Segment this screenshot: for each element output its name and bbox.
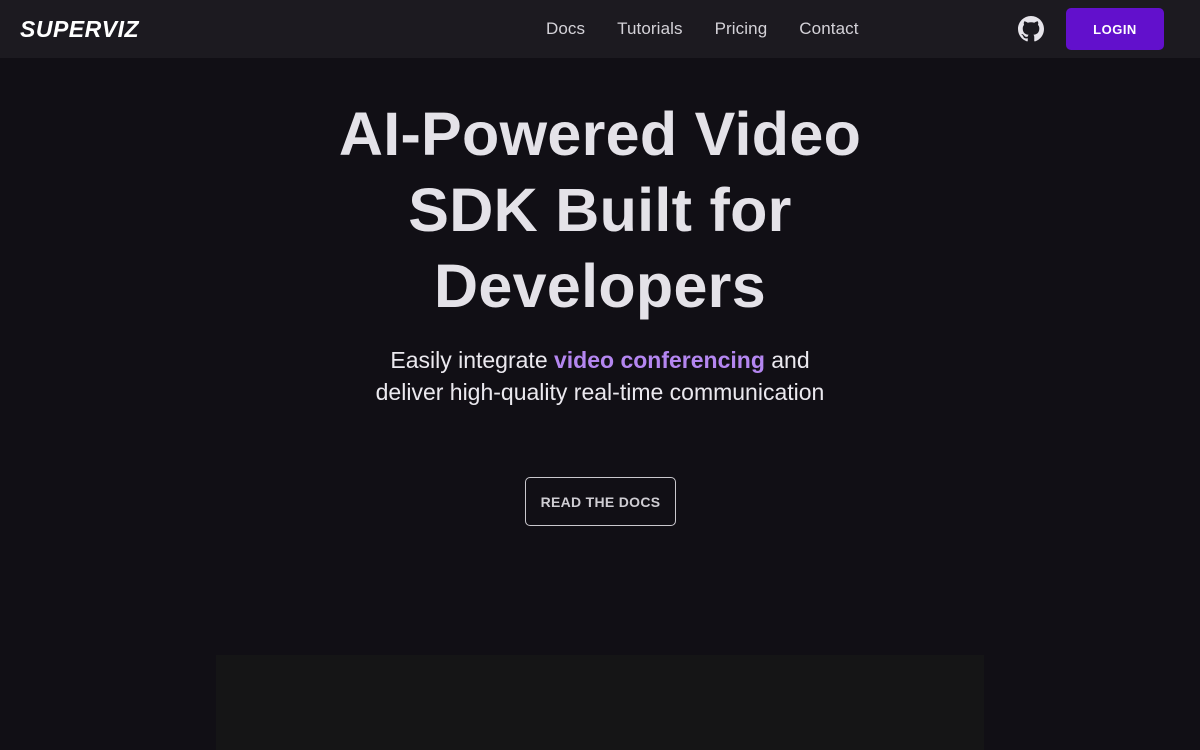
superviz-logo-mark: SUPERVIZ (20, 18, 139, 40)
hero-subtitle-lead: Easily integrate (390, 347, 554, 373)
hero-subtitle-highlight: video conferencing (554, 347, 765, 373)
github-icon-glyph (1018, 16, 1044, 42)
hero-title-line-3: Developers (434, 252, 766, 320)
nav-link-tutorials[interactable]: Tutorials (617, 19, 682, 39)
svg-text:SUPERVIZ: SUPERVIZ (20, 18, 139, 40)
hero-title: AI-Powered Video SDK Built for Developer… (300, 96, 900, 324)
video-preview-panel (216, 655, 984, 750)
top-navbar: SUPERVIZ Docs Tutorials Pricing Contact … (0, 0, 1200, 58)
login-button[interactable]: LOGIN (1066, 8, 1164, 50)
github-icon[interactable] (1018, 16, 1044, 42)
hero-title-line-1: AI-Powered Video (338, 100, 862, 168)
main-nav: Docs Tutorials Pricing Contact (546, 0, 859, 58)
superviz-logo[interactable]: SUPERVIZ (20, 18, 144, 40)
nav-link-pricing[interactable]: Pricing (715, 19, 768, 39)
nav-link-docs[interactable]: Docs (546, 19, 585, 39)
hero-subtitle: Easily integrate video conferencing and … (360, 344, 840, 408)
nav-link-contact[interactable]: Contact (799, 19, 858, 39)
hero-title-line-2: SDK Built for (408, 176, 792, 244)
read-the-docs-button[interactable]: READ THE DOCS (525, 477, 676, 526)
